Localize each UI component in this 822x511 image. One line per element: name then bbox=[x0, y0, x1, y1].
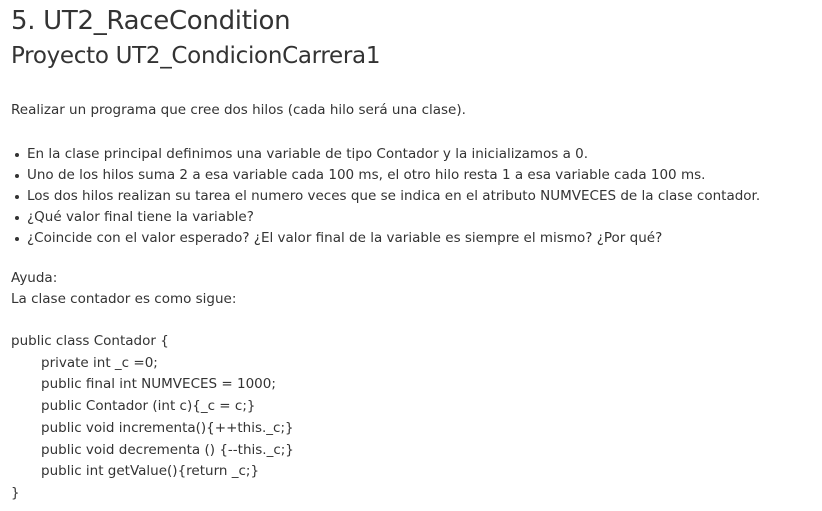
bullet-dot-icon bbox=[15, 216, 19, 220]
bullet-item: Los dos hilos realizan su tarea el numer… bbox=[11, 186, 760, 207]
code-line: public void decrementa () {--this._c;} bbox=[41, 441, 294, 458]
bullet-text: ¿Coincide con el valor esperado? ¿El val… bbox=[27, 230, 663, 246]
code-line: private int _c =0; bbox=[41, 354, 158, 371]
bullet-dot-icon bbox=[15, 153, 19, 157]
code-line: } bbox=[11, 484, 20, 501]
help-text: La clase contador es como sigue: bbox=[11, 291, 237, 307]
bullet-text: ¿Qué valor final tiene la variable? bbox=[27, 209, 254, 225]
code-line: public final int NUMVECES = 1000; bbox=[41, 376, 276, 393]
code-block: public class Contador { private int _c =… bbox=[11, 331, 294, 505]
code-line: public int getValue(){return _c;} bbox=[41, 463, 260, 480]
bullet-dot-icon bbox=[15, 237, 19, 241]
code-line: public class Contador { bbox=[11, 333, 169, 349]
bullet-item: Uno de los hilos suma 2 a esa variable c… bbox=[11, 165, 760, 186]
bullet-dot-icon bbox=[15, 174, 19, 178]
code-line: public void incrementa(){++this._c;} bbox=[41, 419, 294, 436]
code-line: public Contador (int c){_c = c;} bbox=[41, 398, 256, 415]
intro-paragraph: Realizar un programa que cree dos hilos … bbox=[11, 102, 466, 118]
bullet-item: ¿Qué valor final tiene la variable? bbox=[11, 207, 760, 228]
help-label: Ayuda: bbox=[11, 270, 58, 286]
bullet-item: En la clase principal definimos una vari… bbox=[11, 144, 760, 165]
bullet-text: En la clase principal definimos una vari… bbox=[27, 146, 589, 162]
bullet-dot-icon bbox=[15, 195, 19, 199]
bullet-item: ¿Coincide con el valor esperado? ¿El val… bbox=[11, 228, 760, 249]
bullet-text: Uno de los hilos suma 2 a esa variable c… bbox=[27, 167, 706, 183]
task-bullet-list: En la clase principal definimos una vari… bbox=[11, 144, 760, 249]
bullet-text: Los dos hilos realizan su tarea el numer… bbox=[27, 188, 761, 204]
page-subtitle: Proyecto UT2_CondicionCarrera1 bbox=[11, 43, 381, 69]
page-title: 5. UT2_RaceCondition bbox=[11, 6, 291, 36]
